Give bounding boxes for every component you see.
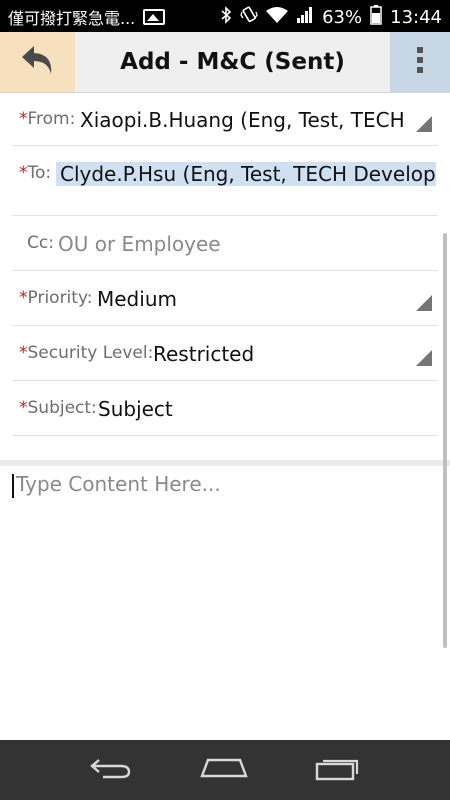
section-divider (0, 460, 450, 466)
status-bar: 僅可撥打緊急電... 63% 13:44 (0, 0, 450, 32)
message-form: *From: Xiaopi.B.Huang (Eng, Test, TECH. … (0, 92, 450, 436)
clock: 13:44 (390, 7, 442, 28)
from-value: Xiaopi.B.Huang (Eng, Test, TECH. (80, 108, 405, 132)
to-label-text: To: (27, 163, 52, 183)
required-marker: * (19, 288, 28, 308)
subject-field[interactable]: *Subject: Subject (12, 381, 438, 436)
security-level-field[interactable]: *Security Level: Restricted (12, 326, 438, 381)
security-level-label: *Security Level: (19, 343, 153, 363)
status-left: 僅可撥打緊急電... (8, 5, 166, 29)
nav-home-button[interactable] (200, 756, 248, 784)
back-button[interactable] (0, 32, 75, 92)
to-field[interactable]: *To: Clyde.P.Hsu (Eng, Test, TECH Develo… (12, 146, 438, 216)
overflow-menu-button[interactable] (390, 32, 450, 92)
from-label: *From: (19, 109, 75, 129)
page-title: Add - M&C (Sent) (120, 49, 345, 75)
notification-text: 僅可撥打緊急電... (8, 9, 136, 28)
to-recipient-text: Clyde.P.Hsu (Eng, Test, TECH Developr (56, 162, 436, 186)
security-level-label-text: Security Level: (27, 343, 154, 363)
text-cursor (12, 474, 14, 498)
nav-back-icon (89, 759, 130, 779)
priority-label: *Priority: (19, 288, 93, 308)
nav-recents-icon (316, 759, 359, 781)
dropdown-arrow-icon[interactable] (416, 350, 432, 366)
from-label-text: From: (27, 109, 76, 129)
priority-value: Medium (97, 287, 177, 311)
vibrate-icon (240, 6, 258, 29)
subject-input[interactable]: Subject (98, 397, 173, 421)
dropdown-arrow-icon[interactable] (416, 295, 432, 311)
status-right: 63% 13:44 (220, 5, 442, 30)
signal-icon (296, 6, 314, 29)
from-field[interactable]: *From: Xiaopi.B.Huang (Eng, Test, TECH. (12, 92, 438, 146)
priority-label-text: Priority: (27, 288, 93, 308)
system-nav-bar (0, 740, 450, 800)
dropdown-arrow-icon[interactable] (416, 116, 432, 132)
cc-input[interactable]: OU or Employee (58, 232, 221, 256)
scrollbar[interactable] (443, 233, 447, 648)
battery-icon (370, 5, 382, 30)
priority-field[interactable]: *Priority: Medium (12, 271, 438, 326)
cc-field[interactable]: Cc: OU or Employee (12, 216, 438, 271)
to-label: *To: (19, 163, 51, 183)
to-recipient-chip[interactable]: Clyde.P.Hsu (Eng, Test, TECH Developr (56, 162, 436, 186)
image-notification-icon (143, 9, 166, 25)
subject-label: *Subject: (19, 398, 97, 418)
bluetooth-icon (220, 6, 232, 29)
back-arrow-icon (18, 43, 58, 81)
required-marker: * (19, 343, 28, 363)
overflow-menu-icon (416, 46, 424, 78)
subject-label-text: Subject: (27, 398, 97, 418)
nav-back-button[interactable] (89, 756, 133, 784)
nav-home-icon (200, 758, 248, 778)
required-marker: * (19, 398, 28, 418)
nav-recents-button[interactable] (315, 755, 361, 785)
security-level-value: Restricted (153, 342, 255, 366)
content-placeholder: Type Content Here... (16, 472, 221, 496)
wifi-icon (266, 6, 289, 29)
battery-percent: 63% (322, 7, 363, 28)
cc-label: Cc: (27, 233, 54, 253)
required-marker: * (19, 109, 28, 129)
app-bar: Add - M&C (Sent) (0, 32, 450, 93)
content-textarea[interactable]: Type Content Here... (12, 472, 438, 732)
required-marker: * (19, 163, 28, 183)
